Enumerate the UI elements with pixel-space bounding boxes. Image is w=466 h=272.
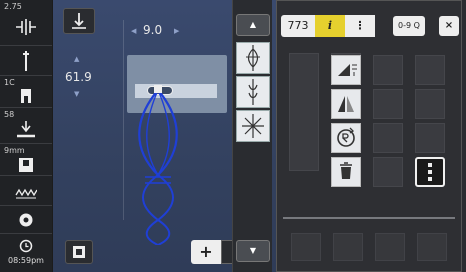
width-decrease-arrow[interactable]: ◀ [131, 27, 136, 35]
search-button[interactable]: 0-9 Q [393, 16, 425, 36]
stitch-pattern-preview [138, 85, 178, 245]
trash-icon [340, 162, 352, 179]
star-stitch-icon [242, 114, 264, 138]
stitch-length-value[interactable]: 61.9 [65, 70, 92, 84]
more-options-button[interactable] [415, 157, 445, 187]
status-sidebar: 2.75 1C 58 9mm 08:59pm [0, 0, 52, 272]
stitch-loop-icon [246, 45, 260, 71]
repeat-icon [337, 127, 355, 147]
stitch-plate-button[interactable] [65, 240, 93, 264]
disabled-tile [333, 233, 363, 261]
length-decrease-arrow[interactable]: ▼ [74, 90, 79, 98]
stitch-type-2-button[interactable] [236, 76, 270, 108]
needle-position-cell[interactable]: 2.75 [0, 0, 52, 46]
presser-foot-value: 1C [4, 78, 15, 87]
clock-icon [0, 238, 52, 257]
zigzag-icon [0, 184, 52, 203]
function-tile [373, 157, 403, 187]
needle-position-icon [0, 17, 52, 41]
function-grid [289, 45, 459, 215]
inactive-column-tile [289, 53, 319, 171]
breadcrumb-stitch-number[interactable]: 773 [281, 15, 315, 37]
needle-stop-button[interactable] [63, 8, 95, 34]
stitch-type-3-button[interactable] [236, 110, 270, 142]
function-tile [415, 89, 445, 119]
bobbin-cell[interactable] [0, 206, 52, 234]
width-increase-arrow[interactable]: ▶ [174, 27, 179, 35]
repeat-button[interactable] [331, 123, 361, 153]
clock-time: 08:59pm [8, 256, 44, 265]
breadcrumb-sub[interactable]: ⋮ [345, 15, 375, 37]
function-tile [415, 55, 445, 85]
stitch-pin-icon [248, 79, 258, 105]
needle-size-value: 9mm [4, 146, 25, 155]
mirror-length-button[interactable] [331, 55, 361, 85]
info-panel-frame: 773 i ⋮ 0-9 Q × [276, 0, 462, 272]
length-increase-arrow[interactable]: ▲ [74, 55, 79, 63]
feed-dog-cell[interactable]: 58 [0, 108, 52, 144]
presser-foot-icon [0, 87, 52, 109]
needle-cell[interactable] [0, 46, 52, 76]
panel-divider [283, 217, 455, 219]
mirror-left-right-icon [338, 96, 354, 112]
needle-position-value: 2.75 [4, 2, 22, 11]
vertical-dots-icon [428, 163, 432, 181]
needle-icon [0, 50, 52, 76]
disabled-tile [291, 233, 321, 261]
zoom-in-button[interactable]: + [191, 240, 221, 264]
presser-foot-cell[interactable]: 1C [0, 76, 52, 108]
breadcrumb: 773 i ⋮ 0-9 Q × [281, 15, 461, 37]
needle-size-cell[interactable]: 9mm [0, 144, 52, 176]
info-panel: 773 i ⋮ 0-9 Q × [276, 0, 466, 272]
delete-button[interactable] [331, 157, 361, 187]
stitch-width-value[interactable]: 9.0 [143, 23, 162, 37]
function-tile [373, 123, 403, 153]
stitch-type-column: ▲ ▼ [232, 0, 272, 272]
disabled-tile [375, 233, 405, 261]
square-icon [73, 246, 85, 258]
feed-dog-value: 58 [4, 110, 15, 119]
stitch-plate-icon [0, 157, 52, 177]
feed-dog-icon [0, 120, 52, 144]
mirror-up-down-icon [338, 64, 357, 76]
stitch-pattern-cell[interactable] [0, 176, 52, 206]
scroll-up-button[interactable]: ▲ [236, 14, 270, 36]
disabled-tile [417, 233, 447, 261]
bobbin-icon [0, 212, 52, 232]
function-tile [373, 89, 403, 119]
clock-cell: 08:59pm [0, 234, 52, 272]
close-button[interactable]: × [439, 16, 459, 36]
mirror-width-button[interactable] [331, 89, 361, 119]
stitch-type-1-button[interactable] [236, 42, 270, 74]
function-tile [373, 55, 403, 85]
needle-down-icon [72, 13, 86, 29]
scroll-down-button[interactable]: ▼ [236, 240, 270, 262]
function-tile [415, 123, 445, 153]
breadcrumb-info[interactable]: i [315, 15, 345, 37]
